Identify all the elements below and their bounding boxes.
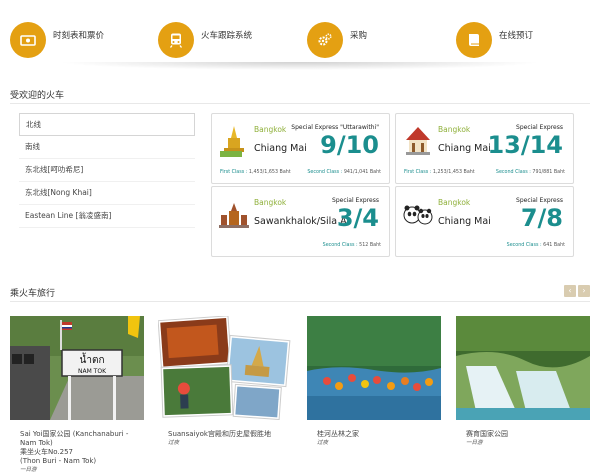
train-number: 13/14 xyxy=(487,131,563,159)
destination-station: Sawankhalok/Sila At xyxy=(254,216,351,227)
class-prices: First Class : 1,253/1,453 Baht Second Cl… xyxy=(404,170,565,175)
trip-caption-title: Suansaiyok宫殿和历史屋假胜地 xyxy=(168,430,271,438)
top-nav: 时刻表和票价 火车跟踪系统 采购 在线预订 xyxy=(0,0,600,62)
carousel-next-button[interactable]: › xyxy=(578,285,590,297)
nav-shadow xyxy=(0,62,600,78)
train-card[interactable]: Bangkok Chiang Mai Special Express 7/8 S… xyxy=(395,186,574,257)
destination-station: Chiang Mai xyxy=(438,216,491,227)
trip-caption[interactable]: 赛育国家公园 一日游 xyxy=(466,430,586,448)
second-class-label: Second Class : xyxy=(307,170,343,175)
second-class-label: Second Class : xyxy=(322,243,358,248)
first-class-label: First Class : xyxy=(220,170,248,175)
book-icon xyxy=(456,22,492,58)
trip-caption-title: 桂河丛林之家 xyxy=(317,430,359,438)
class-prices: Second Class : 512 Baht xyxy=(220,243,381,248)
route-item[interactable]: 东北线[呵叻希尼] xyxy=(19,159,195,182)
origin-station: Bangkok xyxy=(254,125,287,134)
nav-label: 时刻表和票价 xyxy=(53,31,105,41)
section-title-popular: 受欢迎的火车 xyxy=(10,91,65,101)
route-item[interactable]: 北线 xyxy=(19,113,195,136)
trip-photo-waterfall[interactable] xyxy=(456,316,590,420)
trip-duration: 一日游 xyxy=(20,467,37,473)
train-card[interactable]: Bangkok Sawankhalok/Sila At Special Expr… xyxy=(211,186,390,257)
service-type: Special Express xyxy=(516,124,563,131)
service-type: Special Express xyxy=(516,197,563,204)
first-class-price: 1,253/1,453 Baht xyxy=(432,170,475,175)
nav-timetable[interactable]: 时刻表和票价 xyxy=(10,22,104,58)
trip-duration: 过夜 xyxy=(317,440,329,446)
nav-label: 在线预订 xyxy=(499,31,534,41)
train-icon xyxy=(158,22,194,58)
trip-photo-suansaiyok[interactable] xyxy=(158,316,292,420)
trip-photo-river-kwai[interactable] xyxy=(307,316,441,420)
nav-purchase[interactable]: 采购 xyxy=(307,22,367,58)
station-sign-thai: น้ำตก xyxy=(80,352,105,366)
second-class-label: Second Class : xyxy=(495,170,531,175)
nav-train-tracking[interactable]: 火车跟踪系统 xyxy=(158,22,252,58)
destination-station: Chiang Mai xyxy=(254,143,307,154)
route-list: 北线 南线 东北线[呵叻希尼] 东北线[Nong Khai] Eastean L… xyxy=(19,113,195,228)
divider xyxy=(10,103,590,104)
panda-icon xyxy=(403,205,433,225)
second-class-price: 641 Baht xyxy=(543,243,565,248)
second-class-label: Second Class : xyxy=(506,243,542,248)
ticket-icon xyxy=(10,22,46,58)
trip-caption[interactable]: 桂河丛林之家 过夜 xyxy=(317,430,437,448)
trip-caption[interactable]: Sai Yoi国家公园 (Kanchanaburi - Nam Tok) 乘坐火… xyxy=(20,430,140,475)
service-type: Special Express "Uttarawithi" xyxy=(291,124,379,131)
second-class-price: 791/881 Baht xyxy=(532,170,565,175)
section-title-trips: 乘火车旅行 xyxy=(10,289,56,299)
nav-label: 火车跟踪系统 xyxy=(201,31,253,41)
gears-icon xyxy=(307,22,343,58)
first-class-label: First Class : xyxy=(404,170,432,175)
trip-caption-title: Sai Yoi国家公园 (Kanchanaburi - Nam Tok) xyxy=(20,430,129,447)
trip-caption-title: 赛育国家公园 xyxy=(466,430,508,438)
trip-caption[interactable]: Suansaiyok宫殿和历史屋假胜地 过夜 xyxy=(168,430,288,448)
destination-station: Chiang Mai xyxy=(438,143,491,154)
trip-duration: 过夜 xyxy=(168,440,180,446)
origin-station: Bangkok xyxy=(438,125,471,134)
carousel-prev-button[interactable]: ‹ xyxy=(564,285,576,297)
train-number: 9/10 xyxy=(320,131,379,159)
origin-station: Bangkok xyxy=(254,198,287,207)
origin-station: Bangkok xyxy=(438,198,471,207)
pavilion-icon xyxy=(406,127,430,155)
class-prices: First Class : 1,453/1,653 Baht Second Cl… xyxy=(220,170,381,175)
route-item[interactable]: 南线 xyxy=(19,136,195,159)
second-class-price: 941/1,041 Baht xyxy=(343,170,381,175)
train-number: 3/4 xyxy=(336,204,379,232)
route-item[interactable]: 东北线[Nong Khai] xyxy=(19,182,195,205)
temple-icon xyxy=(220,126,244,157)
route-item[interactable]: Eastean Line [翁凌盛南] xyxy=(19,205,195,228)
second-class-price: 512 Baht xyxy=(359,243,381,248)
station-sign-latin: NAM TOK xyxy=(78,368,107,375)
train-card[interactable]: Bangkok Chiang Mai Special Express "Utta… xyxy=(211,113,390,184)
trip-photo-namtok[interactable]: น้ำตก NAM TOK xyxy=(10,316,144,420)
divider xyxy=(10,301,590,302)
trip-caption-line3: (Thon Buri - Nam Tok) xyxy=(20,457,97,465)
nav-label: 采购 xyxy=(350,31,368,41)
trip-caption-line2: 乘坐火车No.257 xyxy=(20,448,73,456)
ruins-icon xyxy=(219,203,249,228)
carousel-controls: ‹ › xyxy=(564,285,590,297)
class-prices: Second Class : 641 Baht xyxy=(404,243,565,248)
first-class-price: 1,453/1,653 Baht xyxy=(248,170,291,175)
trip-duration: 一日游 xyxy=(466,440,483,446)
train-number: 7/8 xyxy=(520,204,563,232)
train-card[interactable]: Bangkok Chiang Mai Special Express 13/14… xyxy=(395,113,574,184)
nav-online-booking[interactable]: 在线预订 xyxy=(456,22,533,58)
service-type: Special Express xyxy=(332,197,379,204)
